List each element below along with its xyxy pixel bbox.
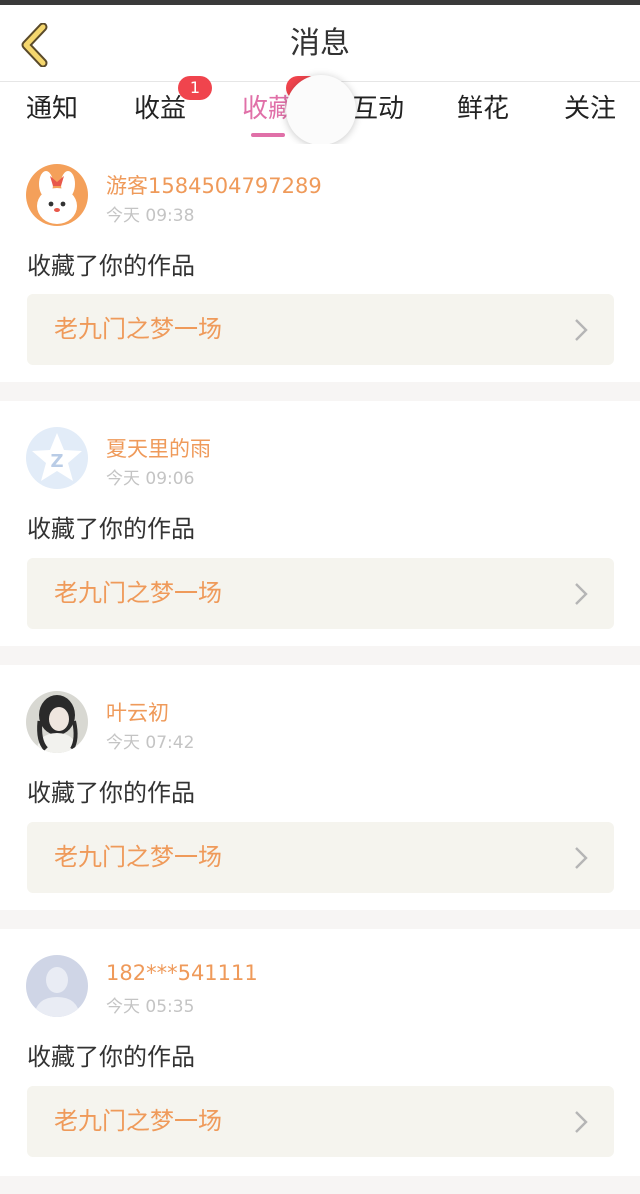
user-name[interactable]: 叶云初 xyxy=(106,697,169,727)
work-link[interactable]: 老九门之梦一场 xyxy=(27,558,614,629)
tab-notifications[interactable]: 通知 xyxy=(24,82,80,144)
action-text: 收藏了你的作品 xyxy=(27,1043,195,1071)
tab-label: 互动 xyxy=(351,94,404,124)
work-link[interactable]: 老九门之梦一场 xyxy=(27,1086,614,1157)
action-text: 收藏了你的作品 xyxy=(27,779,195,807)
message-time: 今天 09:06 xyxy=(106,469,195,489)
user-name[interactable]: 游客1584504797289 xyxy=(106,170,322,200)
work-title: 老九门之梦一场 xyxy=(54,1107,222,1135)
message-card: 游客1584504797289 今天 09:38 收藏了你的作品 老九门之梦一场 xyxy=(0,144,640,382)
message-time: 今天 09:38 xyxy=(106,206,195,226)
tab-label: 通知 xyxy=(25,94,78,124)
user-name[interactable]: 夏天里的雨 xyxy=(106,433,211,463)
tab-interactions[interactable]: 互动 xyxy=(350,82,406,144)
message-card: 叶云初 今天 07:42 收藏了你的作品 老九门之梦一场 xyxy=(0,665,640,910)
tab-label: 收益 xyxy=(133,94,186,124)
user-name[interactable]: 182***541111 xyxy=(106,961,258,985)
earnings-badge: 1 xyxy=(178,76,212,100)
back-button[interactable] xyxy=(14,21,54,69)
work-link[interactable]: 老九门之梦一场 xyxy=(27,294,614,365)
message-card: 182***541111 今天 05:35 收藏了你的作品 老九门之梦一场 xyxy=(0,929,640,1176)
bunny-avatar[interactable] xyxy=(26,164,88,226)
active-tab-underline xyxy=(251,133,285,137)
touch-indicator xyxy=(286,75,356,145)
chevron-right-icon xyxy=(575,1111,588,1133)
work-title: 老九门之梦一场 xyxy=(54,579,222,607)
work-title: 老九门之梦一场 xyxy=(54,315,222,343)
tab-following[interactable]: 关注 xyxy=(562,82,618,144)
chevron-left-icon xyxy=(21,23,48,67)
page-title: 消息 xyxy=(290,26,350,61)
work-link[interactable]: 老九门之梦一场 xyxy=(27,822,614,893)
header-bar: 消息 xyxy=(0,5,640,82)
message-time: 今天 07:42 xyxy=(106,733,195,753)
default-person-avatar[interactable] xyxy=(26,955,88,1017)
chevron-right-icon xyxy=(575,319,588,341)
chevron-right-icon xyxy=(575,583,588,605)
work-title: 老九门之梦一场 xyxy=(54,843,222,871)
action-text: 收藏了你的作品 xyxy=(27,515,195,543)
message-time: 今天 05:35 xyxy=(106,997,195,1017)
tab-label: 关注 xyxy=(563,94,616,124)
chevron-right-icon xyxy=(575,847,588,869)
svg-text:Z: Z xyxy=(50,451,63,472)
qq-star-avatar[interactable]: Z xyxy=(26,427,88,489)
tab-label: 鲜花 xyxy=(456,94,509,124)
girl-avatar[interactable] xyxy=(26,691,88,753)
action-text: 收藏了你的作品 xyxy=(27,252,195,280)
message-card: Z 夏天里的雨 今天 09:06 收藏了你的作品 老九门之梦一场 xyxy=(0,401,640,646)
tab-flowers[interactable]: 鲜花 xyxy=(455,82,511,144)
